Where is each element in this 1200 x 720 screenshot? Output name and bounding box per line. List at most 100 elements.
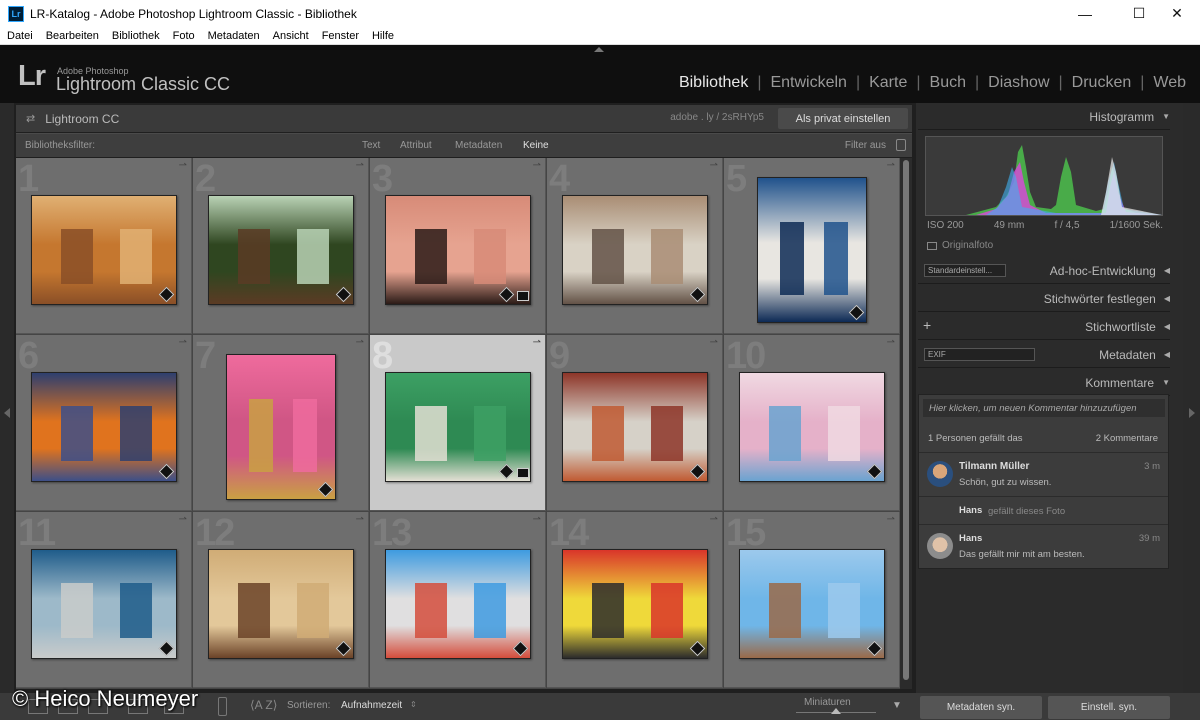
- thumbnail-cell[interactable]: 14 ⇀: [547, 512, 723, 688]
- thumbnail-cell[interactable]: 11 ⇀: [16, 512, 192, 688]
- sync-settings-button[interactable]: Einstell. syn.: [1048, 696, 1170, 719]
- keyword-tag-icon[interactable]: [512, 640, 529, 657]
- module-drucken[interactable]: Drucken: [1072, 74, 1132, 92]
- thumbnail-size-slider-knob[interactable]: [831, 708, 841, 714]
- module-buch[interactable]: Buch: [930, 74, 966, 92]
- keyword-tag-icon[interactable]: [158, 286, 175, 303]
- thumbnail-cell[interactable]: 15 ⇀: [724, 512, 900, 688]
- photo-thumbnail[interactable]: [226, 354, 336, 500]
- menu-hilfe[interactable]: Hilfe: [365, 30, 400, 42]
- keyword-tag-icon[interactable]: [498, 286, 515, 303]
- thumbnail-cell[interactable]: 5 ⇀: [724, 158, 900, 334]
- collection-shortlink[interactable]: adobe . ly / 2sRHYp5: [670, 112, 764, 123]
- thumbnail-cell[interactable]: 10 ⇀: [724, 335, 900, 511]
- adhoc-preset-dropdown[interactable]: Standardeinstell...: [924, 264, 1006, 277]
- keyword-tag-icon[interactable]: [158, 463, 175, 480]
- filter-preset-dropdown[interactable]: Filter aus: [845, 140, 886, 151]
- photo-thumbnail[interactable]: [31, 549, 177, 659]
- scrollbar-thumb[interactable]: [903, 160, 909, 680]
- thumbnail-cell[interactable]: 13 ⇀: [370, 512, 546, 688]
- comment-input[interactable]: Hier klicken, um neuen Kommentar hinzuzu…: [923, 399, 1165, 417]
- sort-direction-icon[interactable]: ⟨A Z⟩: [250, 698, 277, 712]
- toolbar-menu-icon[interactable]: ▼: [892, 700, 902, 711]
- rotate-icon[interactable]: ⇀: [710, 337, 718, 348]
- keyword-tag-icon[interactable]: [335, 640, 352, 657]
- sync-metadata-button[interactable]: Metadaten syn.: [920, 696, 1042, 719]
- rotate-icon[interactable]: ⇀: [887, 160, 895, 171]
- make-private-button[interactable]: Als privat einstellen: [778, 108, 908, 129]
- keyword-tag-icon[interactable]: [866, 463, 883, 480]
- histogram-graph[interactable]: [925, 136, 1163, 216]
- filter-text[interactable]: Text: [362, 140, 380, 151]
- module-bibliothek[interactable]: Bibliothek: [679, 74, 748, 92]
- keyword-tag-icon[interactable]: [689, 640, 706, 657]
- menu-foto[interactable]: Foto: [166, 30, 201, 42]
- keyword-tag-icon[interactable]: [335, 286, 352, 303]
- original-photo-toggle[interactable]: Originalfoto: [927, 240, 993, 251]
- menu-datei[interactable]: Datei: [0, 30, 39, 42]
- thumbnail-cell[interactable]: 12 ⇀: [193, 512, 369, 688]
- module-entwickeln[interactable]: Entwickeln: [770, 74, 846, 92]
- photo-thumbnail[interactable]: [208, 195, 354, 305]
- rotate-icon[interactable]: ⇀: [533, 337, 541, 348]
- metadata-preset-dropdown[interactable]: EXIF: [924, 348, 1035, 361]
- lock-icon[interactable]: [896, 139, 906, 151]
- photo-thumbnail[interactable]: [562, 549, 708, 659]
- keyword-tag-icon[interactable]: [158, 640, 175, 657]
- histogram-header[interactable]: Histogramm ▼: [918, 104, 1170, 130]
- comment-badge-icon[interactable]: [517, 291, 529, 301]
- filter-metadaten[interactable]: Metadaten: [455, 140, 502, 151]
- grid-scrollbar[interactable]: [900, 158, 912, 689]
- rotate-icon[interactable]: ⇀: [887, 337, 895, 348]
- module-diashow[interactable]: Diashow: [988, 74, 1049, 92]
- photo-thumbnail[interactable]: [385, 372, 531, 482]
- thumbnail-cell[interactable]: 1 ⇀: [16, 158, 192, 334]
- sort-chevron-icon[interactable]: ⇕: [410, 700, 417, 709]
- thumbnail-cell[interactable]: 6 ⇀: [16, 335, 192, 511]
- rotate-icon[interactable]: ⇀: [179, 514, 187, 525]
- rotate-icon[interactable]: ⇀: [356, 160, 364, 171]
- original-photo-checkbox[interactable]: [927, 241, 937, 250]
- photo-thumbnail[interactable]: [31, 195, 177, 305]
- keyword-tag-icon[interactable]: [689, 463, 706, 480]
- photo-thumbnail[interactable]: [562, 195, 708, 305]
- rotate-icon[interactable]: ⇀: [710, 514, 718, 525]
- menu-bibliothek[interactable]: Bibliothek: [105, 30, 166, 42]
- add-keyword-icon[interactable]: +: [923, 317, 931, 333]
- rotate-icon[interactable]: ⇀: [887, 514, 895, 525]
- minimize-button[interactable]: —: [1062, 0, 1108, 27]
- filter-keine[interactable]: Keine: [523, 140, 549, 151]
- photo-thumbnail[interactable]: [739, 372, 885, 482]
- keyword-tag-icon[interactable]: [689, 286, 706, 303]
- keyword-tag-icon[interactable]: [866, 640, 883, 657]
- collapse-right-panel-icon[interactable]: [1189, 408, 1195, 418]
- photo-thumbnail[interactable]: [562, 372, 708, 482]
- photo-thumbnail[interactable]: [757, 177, 867, 323]
- rotate-icon[interactable]: ⇀: [356, 337, 364, 348]
- thumbnail-cell[interactable]: 3 ⇀: [370, 158, 546, 334]
- thumbnail-cell[interactable]: 4 ⇀: [547, 158, 723, 334]
- keyword-tag-icon[interactable]: [317, 481, 334, 498]
- rotate-icon[interactable]: ⇀: [179, 160, 187, 171]
- keyword-list-header[interactable]: Stichwortliste ◀: [918, 314, 1170, 340]
- menu-fenster[interactable]: Fenster: [315, 30, 365, 42]
- thumbnail-cell[interactable]: 7 ⇀: [193, 335, 369, 511]
- menu-ansicht[interactable]: Ansicht: [266, 30, 315, 42]
- painter-icon[interactable]: [218, 697, 227, 716]
- left-panel-collapsed[interactable]: [0, 103, 14, 693]
- rotate-icon[interactable]: ⇀: [710, 160, 718, 171]
- thumbnail-cell[interactable]: 2 ⇀: [193, 158, 369, 334]
- close-button[interactable]: ✕: [1154, 0, 1200, 27]
- photo-thumbnail[interactable]: [31, 372, 177, 482]
- filter-attribut[interactable]: Attribut: [400, 140, 432, 151]
- expand-left-panel-icon[interactable]: [4, 408, 10, 418]
- keyword-tag-icon[interactable]: [848, 304, 865, 321]
- module-karte[interactable]: Karte: [869, 74, 907, 92]
- keyword-tag-icon[interactable]: [498, 463, 515, 480]
- thumbnail-cell[interactable]: 9 ⇀: [547, 335, 723, 511]
- right-panel-edge[interactable]: [1183, 103, 1200, 693]
- photo-thumbnail[interactable]: [739, 549, 885, 659]
- sort-dropdown[interactable]: Aufnahmezeit: [341, 700, 402, 711]
- photo-thumbnail[interactable]: [385, 549, 531, 659]
- module-web[interactable]: Web: [1153, 74, 1186, 92]
